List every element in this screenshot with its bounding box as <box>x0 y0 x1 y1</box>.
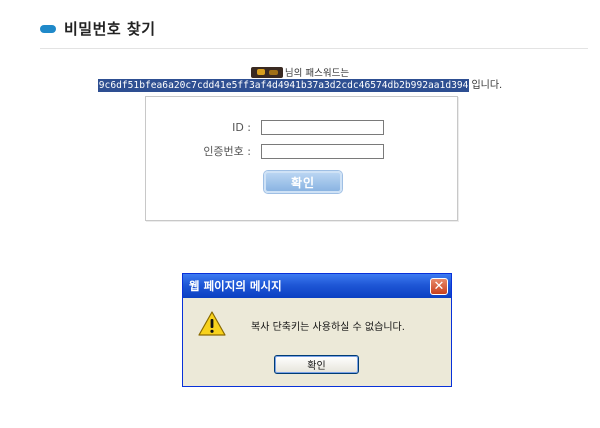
dialog-body: 복사 단축키는 사용하실 수 없습니다. 확인 <box>183 298 451 386</box>
verify-form: ID : 인증번호 : 확인 <box>145 96 458 221</box>
dialog-titlebar[interactable]: 웹 페이지의 메시지 ✕ <box>183 274 451 298</box>
result-line-2: 9c6df51bfea6a20c7cdd41e5ff3af4d4941b37a3… <box>0 79 600 93</box>
id-label: ID : <box>232 121 251 134</box>
code-input[interactable] <box>261 143 384 159</box>
dialog-message: 복사 단축키는 사용하실 수 없습니다. <box>251 322 405 333</box>
close-icon[interactable]: ✕ <box>430 277 448 295</box>
warning-icon <box>198 311 226 336</box>
alert-dialog: 웹 페이지의 메시지 ✕ 복사 단축키는 사용하실 수 없습니다. 확인 <box>182 273 452 387</box>
id-row: ID : <box>146 120 384 135</box>
redacted-username <box>250 67 283 78</box>
page-header: 비밀번호 찾기 <box>40 18 156 39</box>
code-row: 인증번호 : <box>146 143 384 159</box>
result-line-2-text: 입니다. <box>471 80 503 91</box>
password-hash[interactable]: 9c6df51bfea6a20c7cdd41e5ff3af4d4941b37a3… <box>97 79 470 92</box>
title-bullet-icon <box>40 24 56 33</box>
code-label: 인증번호 : <box>203 145 251 158</box>
id-input[interactable] <box>261 120 384 135</box>
ok-button[interactable]: 확인 <box>274 355 359 374</box>
dialog-title: 웹 페이지의 메시지 <box>189 279 282 293</box>
confirm-button[interactable]: 확인 <box>264 171 342 193</box>
result-line-1-text: 님의 패스워드는 <box>284 68 350 79</box>
header-divider <box>40 48 588 49</box>
page-title: 비밀번호 찾기 <box>64 20 156 38</box>
